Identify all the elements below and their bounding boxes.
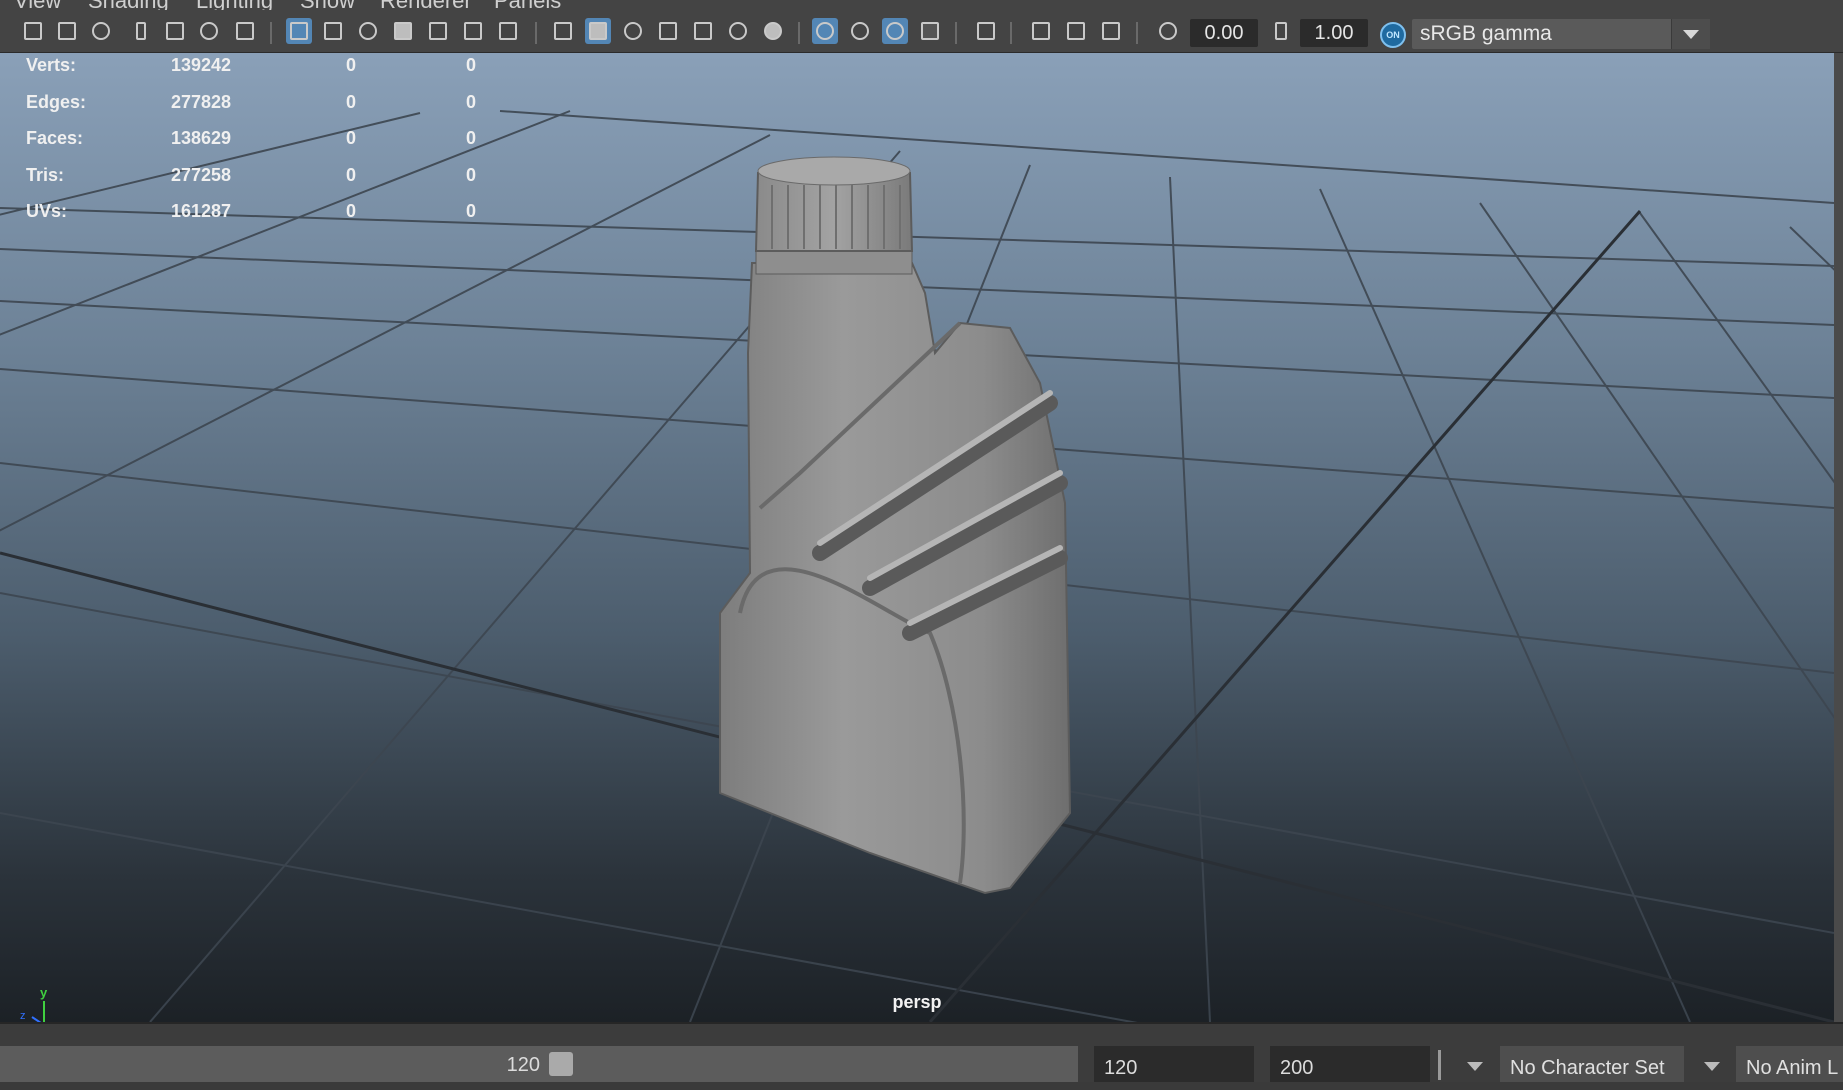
- field-chart-icon[interactable]: [425, 18, 451, 44]
- chevron-down-icon[interactable]: [1671, 19, 1710, 49]
- panel-menu-bar: View Shading Lighting Show Renderer Pane…: [0, 0, 1843, 10]
- hud-value: 277258: [171, 164, 232, 185]
- hud-row-tris: Tris: 277258 0 0: [26, 165, 506, 202]
- hud-value: 161287: [171, 201, 232, 222]
- backface-icon[interactable]: [1098, 18, 1124, 44]
- hud-value: 277828: [171, 91, 232, 112]
- wireframe-on-shaded-icon[interactable]: [655, 18, 681, 44]
- wireframe-icon[interactable]: [550, 18, 576, 44]
- playback-end-field[interactable]: 200: [1270, 1046, 1430, 1082]
- bottle-model[interactable]: [719, 156, 1072, 895]
- bookmark-camera-icon[interactable]: [88, 18, 114, 44]
- hud-value: 0: [466, 128, 477, 149]
- hud-value: 0: [346, 201, 357, 222]
- film-gate-icon[interactable]: [320, 18, 346, 44]
- gamma-field[interactable]: 1.00: [1300, 19, 1368, 47]
- gate-mask-icon[interactable]: [390, 18, 416, 44]
- hud-label: Faces:: [26, 128, 84, 149]
- character-set-menu-icon[interactable]: [1467, 1062, 1483, 1071]
- hud-value: 0: [466, 164, 477, 185]
- toolbar-separator: [955, 22, 957, 44]
- default-material-icon[interactable]: [620, 18, 646, 44]
- hud-label: UVs:: [26, 201, 68, 222]
- image-plane-icon[interactable]: [162, 18, 188, 44]
- toolbar-separator: [1010, 22, 1012, 44]
- xray-joints-icon[interactable]: [1028, 18, 1054, 44]
- toolbar-separator: [270, 22, 272, 44]
- range-slider-end-value: 120: [506, 1054, 540, 1076]
- menu-shading[interactable]: Shading: [88, 0, 169, 10]
- menu-lighting[interactable]: Lighting: [196, 0, 273, 10]
- character-set-dropdown[interactable]: No Character Set: [1500, 1046, 1684, 1082]
- camera-name-label: persp: [892, 992, 942, 1012]
- hud-row-verts: Verts: 139242 0 0: [26, 55, 506, 92]
- hud-value: 138629: [171, 128, 232, 149]
- hud-label: Edges:: [26, 91, 87, 112]
- divider: [1438, 1050, 1441, 1080]
- antialias-icon[interactable]: [882, 18, 908, 44]
- hud-value: 0: [466, 201, 477, 222]
- hud-value: 0: [346, 164, 357, 185]
- anim-layer-dropdown[interactable]: No Anim L: [1736, 1046, 1843, 1082]
- hud-value: 0: [346, 91, 357, 112]
- hud-row-edges: Edges: 277828 0 0: [26, 92, 506, 129]
- menu-panels[interactable]: Panels: [494, 0, 561, 10]
- range-slider-handle[interactable]: [549, 1052, 573, 1076]
- xray-icon[interactable]: [690, 18, 716, 44]
- smooth-shade-icon[interactable]: [585, 18, 611, 44]
- hud-row-faces: Faces: 138629 0 0: [26, 128, 506, 165]
- toolbar-separator: [798, 22, 800, 44]
- panel-toolbar: 0.00 1.00 ON sRGB gamma: [0, 10, 1843, 53]
- color-management-icon[interactable]: ON: [1380, 22, 1406, 48]
- viewport-border: [1834, 53, 1843, 1022]
- toolbar-separator: [1136, 22, 1138, 44]
- menu-show[interactable]: Show: [300, 0, 355, 10]
- hud-value: 139242: [171, 55, 232, 75]
- hud-label: Verts:: [26, 55, 77, 75]
- safe-title-icon[interactable]: [495, 18, 521, 44]
- xray-active-icon[interactable]: [1063, 18, 1089, 44]
- color-space-label: sRGB gamma: [1420, 22, 1552, 45]
- shadows-icon[interactable]: [760, 18, 786, 44]
- anim-layer-menu-icon[interactable]: [1704, 1062, 1720, 1071]
- motion-blur-icon[interactable]: [847, 18, 873, 44]
- menu-view[interactable]: View: [14, 0, 61, 10]
- bookmark-icon[interactable]: [128, 18, 154, 44]
- time-range-bar: 120 120 200 No Character Set No Anim L: [0, 1022, 1843, 1082]
- hud-label: Tris:: [26, 164, 65, 185]
- grease-pencil-icon[interactable]: [196, 18, 222, 44]
- ambient-occlusion-icon[interactable]: [812, 18, 838, 44]
- safe-action-icon[interactable]: [460, 18, 486, 44]
- exposure-field[interactable]: 0.00: [1190, 19, 1258, 47]
- hud-value: 0: [346, 128, 357, 149]
- poly-count-hud: Verts: 139242 0 0 Edges: 277828 0 0 Face…: [26, 55, 506, 238]
- camera-attributes-icon[interactable]: [54, 18, 80, 44]
- hud-value: 0: [466, 55, 477, 75]
- exposure-icon[interactable]: [1155, 18, 1181, 44]
- gamma-icon[interactable]: [1268, 18, 1294, 44]
- lights-icon[interactable]: [725, 18, 751, 44]
- menu-renderer[interactable]: Renderer: [380, 0, 472, 10]
- camera-icon[interactable]: [20, 18, 46, 44]
- hud-value: 0: [466, 91, 477, 112]
- grid-icon[interactable]: [286, 18, 312, 44]
- color-space-dropdown[interactable]: sRGB gamma: [1412, 19, 1710, 49]
- hud-row-uvs: UVs: 161287 0 0: [26, 201, 506, 238]
- toolbar-separator: [535, 22, 537, 44]
- resolution-gate-icon[interactable]: [355, 18, 381, 44]
- depth-of-field-icon[interactable]: [917, 18, 943, 44]
- paint-icon[interactable]: [232, 18, 258, 44]
- perspective-viewport[interactable]: Verts: 139242 0 0 Edges: 277828 0 0 Face…: [0, 53, 1834, 1022]
- end-time-field[interactable]: 120: [1094, 1046, 1254, 1082]
- hud-value: 0: [346, 55, 357, 75]
- isolate-select-icon[interactable]: [973, 18, 999, 44]
